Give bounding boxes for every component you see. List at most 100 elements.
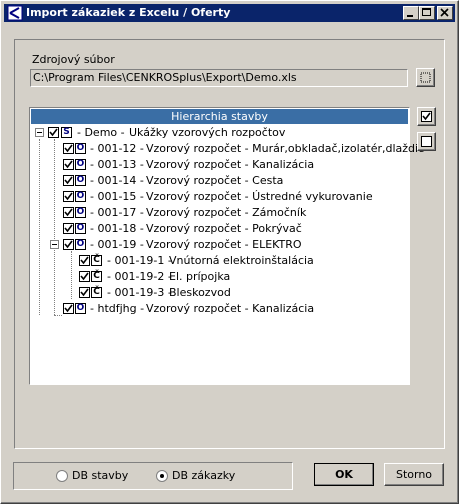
dialog-window: Import zákaziek z Excelu / Oferty Zdrojo… — [0, 0, 459, 504]
checkbox-checked-icon — [421, 111, 432, 122]
tree-node[interactable]: O - 001-15 - Vzorový rozpočet - Ústredné… — [30, 189, 405, 205]
tree-node[interactable]: O - 001-18 - Vzorový rozpočet - Pokrývač — [30, 221, 405, 237]
node-code: - Demo - — [77, 126, 125, 139]
radio-db-stavby-label[interactable]: DB stavby — [72, 469, 128, 482]
browse-button[interactable] — [416, 68, 435, 87]
node-type-icon: O — [75, 159, 86, 170]
tree-node[interactable]: Č - 001-19-3 - Bleskozvod — [30, 285, 405, 301]
minimize-icon — [407, 15, 413, 17]
checkbox-checked[interactable] — [63, 239, 74, 250]
checkbox-checked[interactable] — [79, 287, 90, 298]
checkmark-icon — [64, 240, 73, 249]
checkmark-icon — [80, 288, 89, 297]
node-name: Vzorový rozpočet - Murár,obkladač,izolat… — [146, 142, 425, 155]
node-name: Vzorový rozpočet - Zámočník — [146, 206, 307, 219]
db-group — [13, 462, 293, 490]
checkbox-checked[interactable] — [63, 191, 74, 202]
hierarchy-tree[interactable]: Hierarchia stavby S - Demo - Ukážky vzor… — [29, 107, 424, 385]
node-code: - 001-19 - — [90, 238, 144, 251]
node-name: Vnútorná elektroinštalácia — [169, 254, 314, 267]
radio-db-zakazky[interactable] — [156, 470, 168, 482]
node-name: Bleskozvod — [169, 286, 231, 299]
minimize-button[interactable] — [403, 6, 419, 20]
tree-node[interactable]: Č - 001-19-2 - El. prípojka — [30, 269, 405, 285]
source-label: Zdrojový súbor — [32, 53, 115, 66]
cancel-button[interactable]: Storno — [384, 463, 444, 486]
node-type-icon: Č — [91, 271, 102, 282]
close-button[interactable] — [437, 6, 453, 20]
radio-db-stavby[interactable] — [56, 470, 68, 482]
node-code: - 001-19-1 - — [107, 254, 172, 267]
tree-node-root[interactable]: S - Demo - Ukážky vzorových rozpočtov — [33, 125, 403, 141]
source-path-field[interactable]: C:\Program Files\CENKROSplus\Export\Demo… — [30, 69, 408, 87]
node-code: - htdfjhg - — [90, 302, 145, 315]
node-code: - 001-17 - — [90, 206, 144, 219]
title-bar[interactable]: Import zákaziek z Excelu / Oferty — [4, 4, 455, 22]
node-type-icon: O — [75, 223, 86, 234]
app-icon — [7, 5, 23, 21]
node-type-icon: O — [75, 191, 86, 202]
node-name: Vzorový rozpočet - Kanalizácia — [146, 158, 315, 171]
tree-node[interactable]: O - 001-17 - Vzorový rozpočet - Zámočník — [30, 205, 405, 221]
node-type-icon: O — [75, 303, 86, 314]
checkbox-checked[interactable] — [48, 127, 59, 138]
checkbox-checked[interactable] — [63, 159, 74, 170]
radio-selected-dot — [160, 474, 164, 478]
node-code: - 001-13 - — [90, 158, 144, 171]
select-all-button[interactable] — [417, 107, 436, 126]
checkmark-icon — [64, 176, 73, 185]
node-name: El. prípojka — [169, 270, 231, 283]
node-type-icon: S — [61, 127, 72, 138]
checkbox-checked[interactable] — [79, 271, 90, 282]
collapse-toggle[interactable] — [50, 240, 59, 249]
checkbox-checked[interactable] — [63, 175, 74, 186]
maximize-icon — [422, 8, 431, 16]
checkbox-checked[interactable] — [63, 143, 74, 154]
checkmark-icon — [64, 224, 73, 233]
collapse-toggle[interactable] — [35, 128, 44, 137]
checkmark-icon — [64, 160, 73, 169]
tree-node[interactable]: O - 001-13 - Vzorový rozpočet - Kanalizá… — [30, 157, 405, 173]
window-title: Import zákaziek z Excelu / Oferty — [26, 6, 231, 19]
radio-db-zakazky-label[interactable]: DB zákazky — [172, 469, 235, 482]
tree-node[interactable]: O - htdfjhg - Vzorový rozpočet - Kanaliz… — [30, 301, 405, 317]
checkbox-checked[interactable] — [63, 223, 74, 234]
maximize-button[interactable] — [419, 6, 435, 20]
checkmark-icon — [80, 256, 89, 265]
node-name: Ukážky vzorových rozpočtov — [129, 126, 286, 139]
node-name: Vzorový rozpočet - Cesta — [146, 174, 284, 187]
checkmark-icon — [64, 144, 73, 153]
checkmark-icon — [64, 208, 73, 217]
checkmark-icon — [64, 192, 73, 201]
node-code: - 001-12 - — [90, 142, 144, 155]
node-name: Vzorový rozpočet - Pokrývač — [146, 222, 302, 235]
tree-node[interactable]: Č - 001-19-1 - Vnútorná elektroinštaláci… — [30, 253, 405, 269]
tree-node[interactable]: O - 001-14 - Vzorový rozpočet - Cesta — [30, 173, 405, 189]
checkbox-empty-icon — [421, 136, 432, 147]
node-code: - 001-19-3 - — [107, 286, 172, 299]
node-code: - 001-18 - — [90, 222, 144, 235]
node-name: Vzorový rozpočet - ELEKTRO — [146, 238, 302, 251]
ok-button[interactable]: OK — [314, 463, 374, 486]
node-type-icon: O — [75, 207, 86, 218]
node-name: Vzorový rozpočet - Ústredné vykurovanie — [146, 190, 373, 203]
deselect-all-button[interactable] — [417, 132, 436, 151]
node-code: - 001-15 - — [90, 190, 144, 203]
checkmark-icon — [80, 272, 89, 281]
browse-icon — [420, 72, 431, 83]
checkmark-icon — [64, 304, 73, 313]
node-code: - 001-19-2 - — [107, 270, 172, 283]
node-type-icon: O — [75, 143, 86, 154]
node-type-icon: O — [75, 175, 86, 186]
tree-node-expanded[interactable]: O - 001-19 - Vzorový rozpočet - ELEKTRO — [30, 237, 405, 253]
node-name: Vzorový rozpočet - Kanalizácia — [146, 302, 315, 315]
close-icon — [440, 8, 449, 17]
checkbox-checked[interactable] — [63, 207, 74, 218]
tree-node[interactable]: O - 001-12 - Vzorový rozpočet - Murár,ob… — [30, 141, 424, 157]
node-type-icon: Č — [91, 255, 102, 266]
node-code: - 001-14 - — [90, 174, 144, 187]
checkmark-icon — [49, 128, 58, 137]
node-type-icon: Č — [91, 287, 102, 298]
checkbox-checked[interactable] — [63, 303, 74, 314]
checkbox-checked[interactable] — [79, 255, 90, 266]
